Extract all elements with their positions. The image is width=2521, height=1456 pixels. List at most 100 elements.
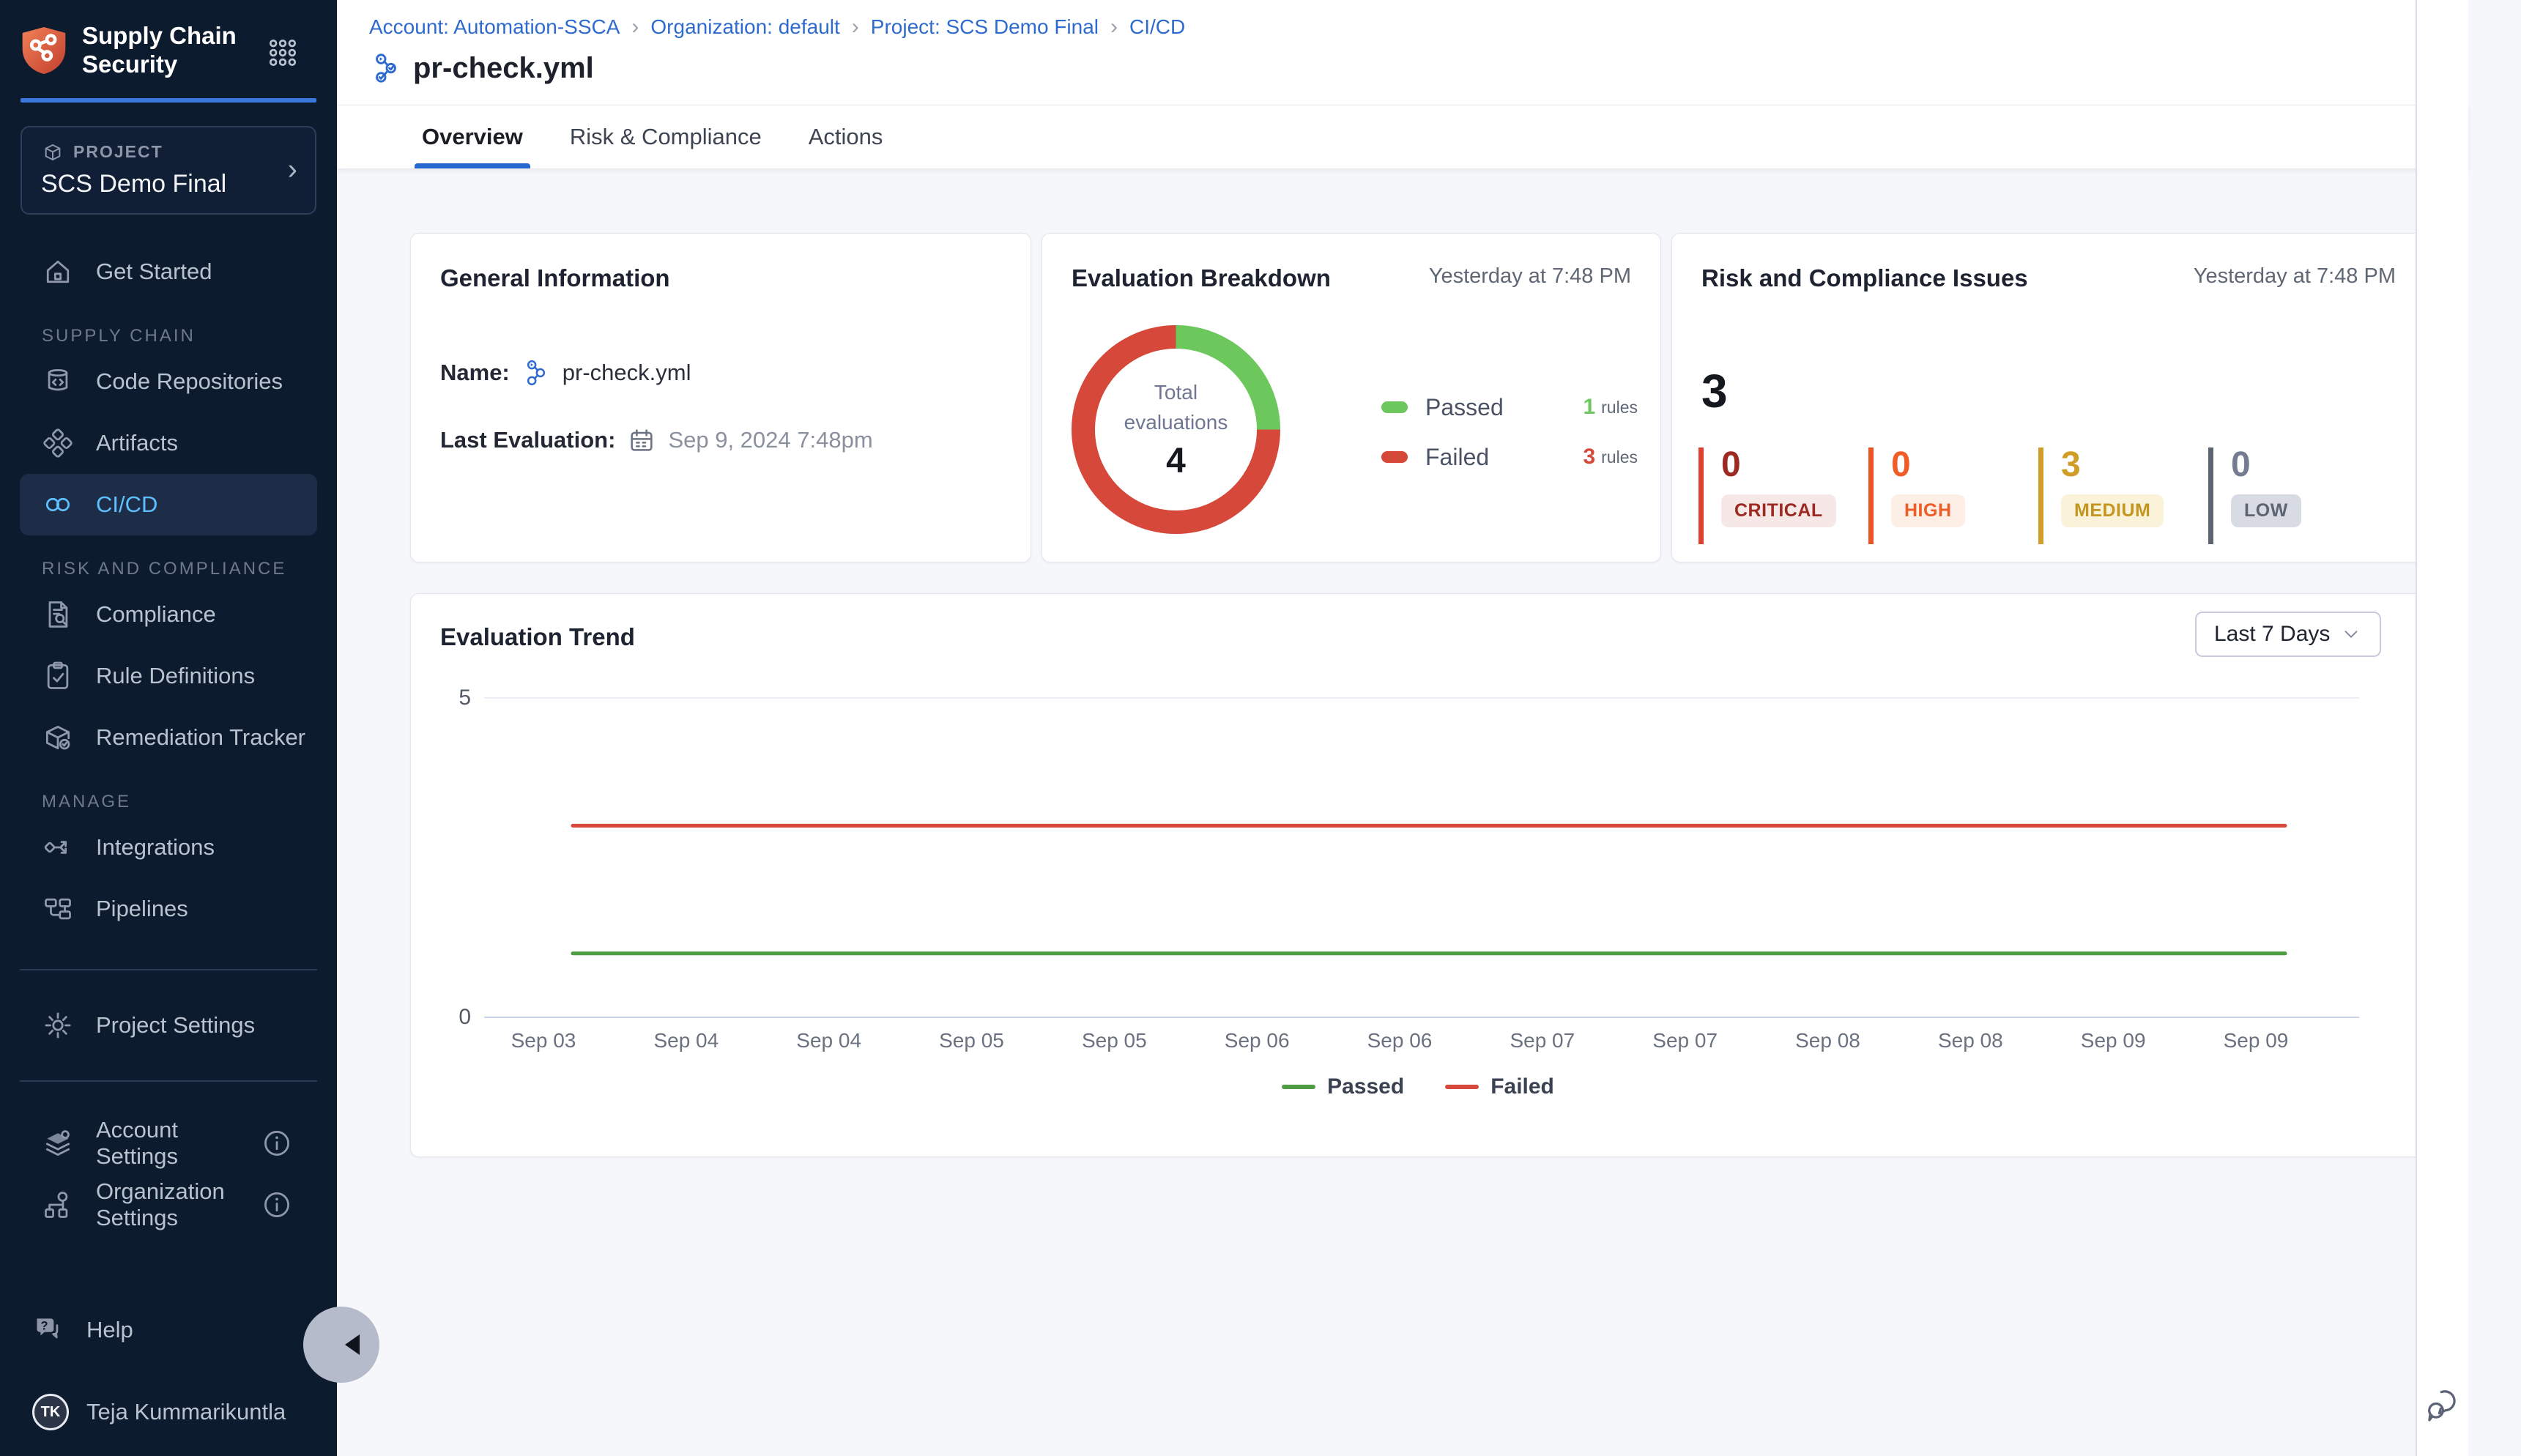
y-tick-5: 5 [433,686,471,710]
assistant-rail [2416,0,2468,1456]
tabbar: Overview Risk & Compliance Actions [337,105,2468,168]
legend-unit: rules [1601,447,1638,467]
chevron-right-icon: › [288,154,297,187]
severity-tile-medium: 3MEDIUM [2038,447,2208,544]
module-grid-icon[interactable] [267,37,299,69]
product-name: Supply Chain Security [82,22,237,79]
severity-badge: MEDIUM [2061,494,2164,527]
sidebar-item-code-repositories[interactable]: Code Repositories [0,351,337,412]
donut-total-value: 4 [1166,441,1186,481]
breadcrumb: Account: Automation-SSCA›Organization: d… [369,15,2468,40]
pipeline-file-icon [521,358,551,387]
info-icon[interactable] [261,1189,293,1221]
risk-compliance-issues-card: Risk and Compliance Issues Yesterday at … [1671,233,2426,562]
trend-legend-failed: Failed [1445,1074,1554,1099]
sidebar-item-account-settings[interactable]: Account Settings [0,1113,337,1174]
user-name: Teja Kummarikuntla [86,1399,286,1425]
sidebar-item-label: Organization Settings [96,1178,239,1231]
y-tick-0: 0 [433,1005,471,1030]
last-evaluation-label: Last Evaluation: [440,427,615,453]
sidebar-divider [20,969,317,970]
severity-count: 0 [2231,447,2378,483]
legend-item-passed: Passed1rules [1381,389,1638,426]
scs-shield-logo-icon [21,25,67,76]
info-icon[interactable] [261,1127,293,1159]
breadcrumb-link-account-automation-ssca[interactable]: Account: Automation-SSCA [369,15,620,39]
pipeline-file-icon [369,51,403,85]
severity-tile-critical: 0 CRITICAL [1698,447,1868,544]
sidebar-item-pipelines[interactable]: Pipelines [0,878,337,940]
sidebar-settings-group: Project Settings [0,995,337,1056]
card-timestamp: Yesterday at 7:48 PM [1429,264,1631,289]
home-icon [42,256,74,288]
name-label: Name: [440,360,510,386]
sidebar-item-organization-settings[interactable]: Organization Settings [0,1174,337,1236]
severity-badge: CRITICAL [1721,494,1836,527]
sidebar-item-rule-definitions[interactable]: Rule Definitions [0,645,337,707]
calendar-icon [627,426,656,455]
x-tick-5: Sep 06 [1198,1029,1315,1052]
legend-label: Failed [1425,444,1583,471]
sidebar-section-risk-and-compliance: RISK AND COMPLIANCE [0,554,337,584]
card-title: Risk and Compliance Issues [1701,264,2028,292]
legend-unit: rules [1601,398,1638,417]
time-range-value: Last 7 Days [2214,622,2330,647]
general-information-card: General Information Name: pr-check.yml L… [410,233,1031,562]
evaluations-donut-chart: Total evaluations 4 [1072,325,1280,534]
sidebar-item-integrations[interactable]: Integrations [0,817,337,878]
module-accent-line [21,98,316,103]
severity-badge: LOW [2231,494,2301,527]
legend-count: 3 [1583,445,1595,469]
time-range-dropdown[interactable]: Last 7 Days [2195,612,2381,657]
sidebar-item-ci-cd[interactable]: CI/CD [20,474,317,535]
sidebar-item-help[interactable]: ? Help [0,1299,337,1361]
user-menu[interactable]: TK Teja Kummarikuntla [0,1381,337,1443]
sidebar-item-get-started[interactable]: Get Started [0,241,337,302]
sidebar-item-label: Integrations [96,834,215,861]
infinity-icon [42,489,74,521]
avatar: TK [32,1394,69,1430]
sidebar-collapse-handle[interactable] [303,1307,379,1383]
chat-assistant-icon[interactable] [2424,1386,2462,1424]
breadcrumb-link-ci-cd[interactable]: CI/CD [1129,15,1185,39]
severity-tile-low: 0 LOW [2208,447,2378,544]
x-tick-10: Sep 08 [1912,1029,2029,1052]
sidebar-nav: Get StartedSUPPLY CHAINCode Repositories… [0,241,337,940]
project-selector[interactable]: PROJECT SCS Demo Final › [21,126,316,215]
sidebar-item-label: Project Settings [96,1012,255,1039]
severity-tile-high: 0HIGH [1868,447,2038,544]
sidebar-item-label: Help [86,1317,133,1343]
donut-center-label: Total evaluations [1124,378,1228,437]
integrations-icon [42,831,74,863]
trend-legend-label: Failed [1490,1074,1554,1099]
passed-line-swatch-icon [1282,1085,1315,1089]
breadcrumb-link-project-scs-demo-final[interactable]: Project: SCS Demo Final [871,15,1099,39]
sidebar-item-label: Get Started [96,259,212,285]
chevron-down-icon [2340,623,2362,645]
page-title: pr-check.yml [413,52,594,85]
sidebar-item-project-settings[interactable]: Project Settings [0,995,337,1056]
x-tick-11: Sep 09 [2054,1029,2172,1052]
breadcrumb-link-organization-default[interactable]: Organization: default [650,15,839,39]
project-name: SCS Demo Final [41,170,296,198]
x-tick-9: Sep 08 [1770,1029,1887,1052]
sidebar-item-artifacts[interactable]: Artifacts [0,412,337,474]
remediation-icon [42,721,74,754]
tab-overview[interactable]: Overview [417,105,527,168]
severity-row: 0 CRITICAL 0HIGH3MEDIUM 0 LOW [1698,447,2378,544]
tab-risk-compliance[interactable]: Risk & Compliance [565,105,766,168]
x-tick-3: Sep 05 [913,1029,1031,1052]
tab-actions[interactable]: Actions [804,105,888,168]
sidebar-item-label: CI/CD [96,491,157,518]
x-tick-7: Sep 07 [1484,1029,1601,1052]
last-evaluation-value: Sep 9, 2024 7:48pm [668,427,872,453]
sidebar-item-compliance[interactable]: Compliance [0,584,337,645]
card-title: Evaluation Breakdown [1072,264,1331,292]
project-label: PROJECT [73,142,163,162]
content-area: General Information Name: pr-check.yml L… [337,168,2468,1456]
x-tick-0: Sep 03 [485,1029,602,1052]
help-chat-icon: ? [32,1314,64,1346]
page-header: Account: Automation-SSCA›Organization: d… [337,0,2468,105]
severity-count: 0 [1721,447,1868,483]
sidebar-item-remediation-tracker[interactable]: Remediation Tracker [0,707,337,768]
